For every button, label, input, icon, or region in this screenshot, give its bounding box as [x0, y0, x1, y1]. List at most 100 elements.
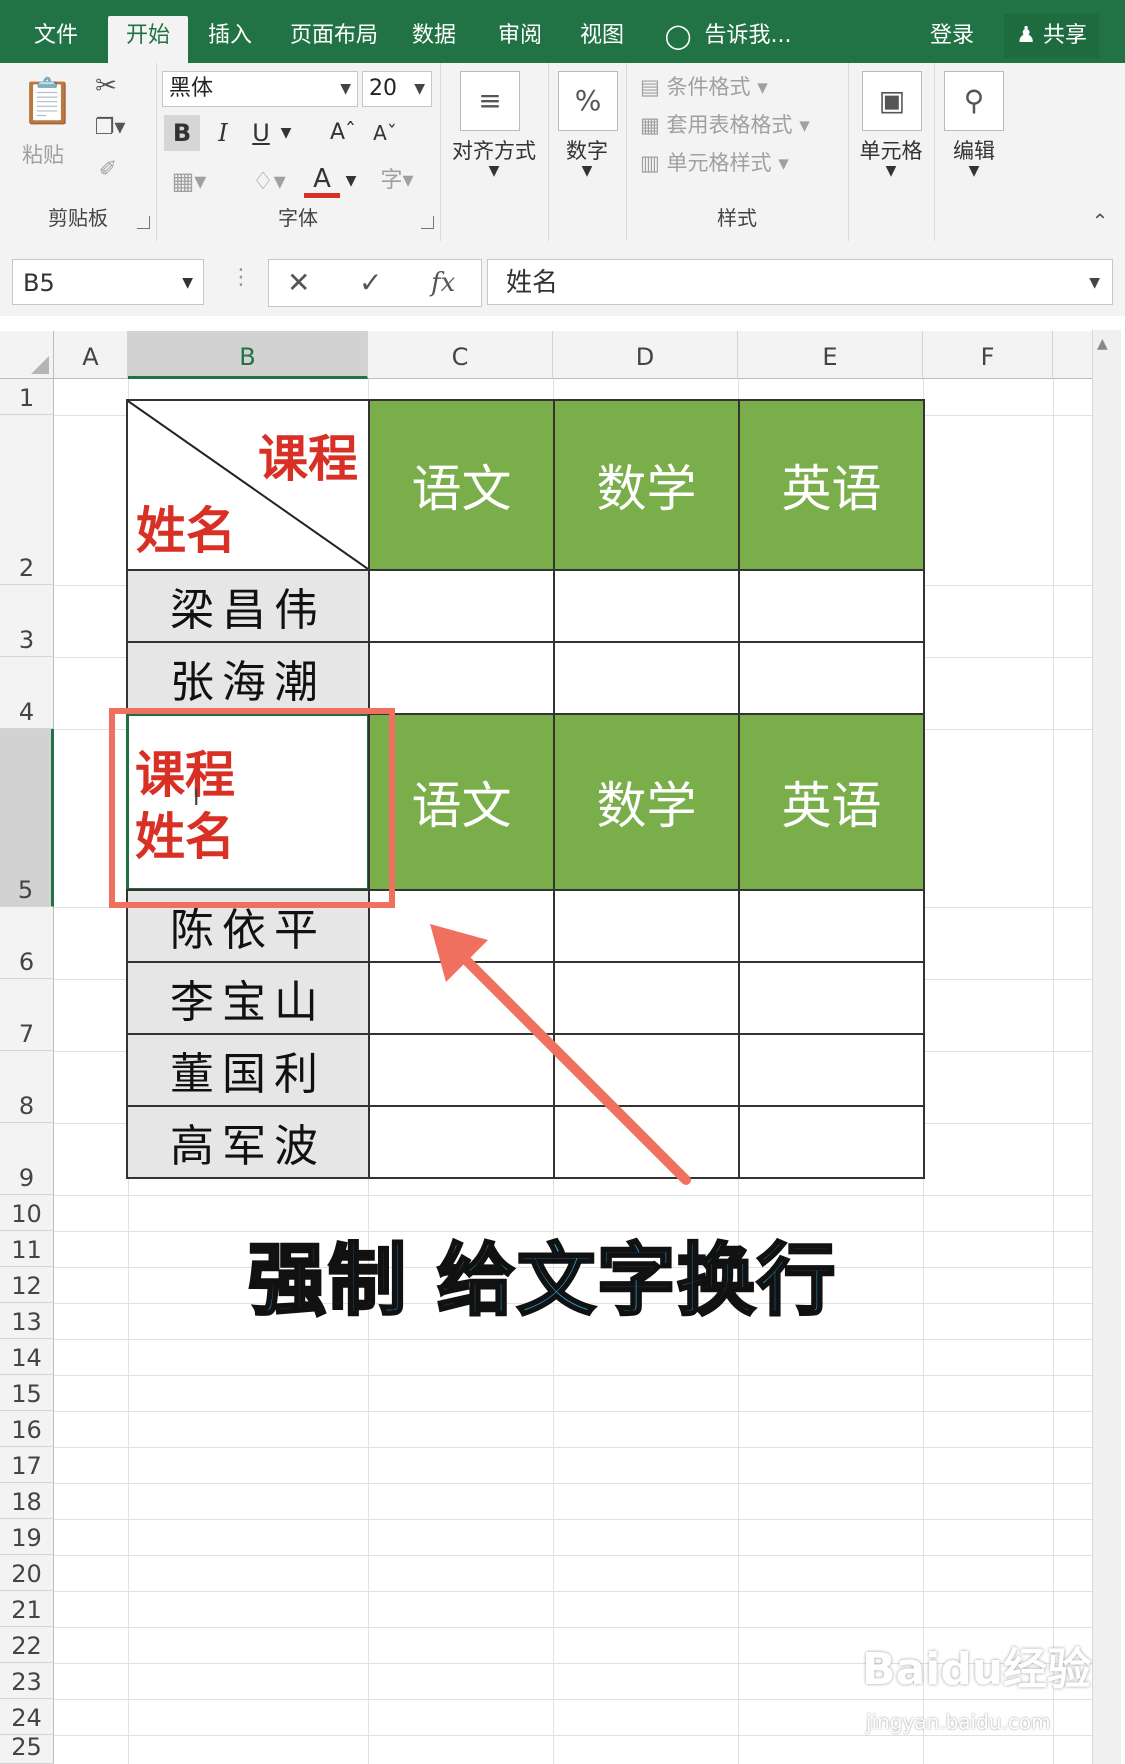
search-icon[interactable]: ⚲: [944, 71, 1004, 131]
row-header[interactable]: 17: [0, 1447, 54, 1483]
row-header[interactable]: 14: [0, 1339, 54, 1375]
row-header[interactable]: 16: [0, 1411, 54, 1447]
subject-header-cell[interactable]: 数学: [553, 399, 740, 571]
subject-header-cell[interactable]: 英语: [738, 713, 925, 891]
student-name-cell[interactable]: 李宝山: [126, 961, 370, 1035]
student-name-cell[interactable]: 张海潮: [126, 641, 370, 715]
column-header-d[interactable]: D: [553, 331, 738, 379]
column-header-e[interactable]: E: [738, 331, 923, 379]
row-header[interactable]: 3: [0, 585, 54, 657]
tab-review[interactable]: 审阅: [488, 16, 552, 56]
row-header[interactable]: 6: [0, 907, 54, 979]
score-cell[interactable]: [553, 641, 740, 715]
score-cell[interactable]: [368, 641, 555, 715]
row-header[interactable]: 13: [0, 1303, 54, 1339]
underline-button[interactable]: U: [246, 115, 276, 151]
font-name-select[interactable]: 黑体 ▼: [162, 71, 358, 107]
row-header[interactable]: 10: [0, 1195, 54, 1231]
tab-file[interactable]: 文件: [20, 16, 92, 56]
score-cell[interactable]: [738, 569, 925, 643]
score-cell[interactable]: [738, 889, 925, 963]
number-button[interactable]: 数字: [548, 135, 626, 165]
tab-data[interactable]: 数据: [402, 16, 466, 56]
row-header[interactable]: 9: [0, 1123, 54, 1195]
row-header[interactable]: 24: [0, 1699, 54, 1735]
column-header-b[interactable]: B: [128, 331, 368, 379]
row-header[interactable]: 4: [0, 657, 54, 729]
row-header[interactable]: 15: [0, 1375, 54, 1411]
row-header[interactable]: 1: [0, 379, 54, 415]
select-all-corner[interactable]: [0, 331, 54, 379]
alignment-icon[interactable]: ≡: [460, 71, 520, 131]
formula-input[interactable]: 姓名 ▼: [487, 259, 1113, 305]
student-name-cell[interactable]: 高军波: [126, 1105, 370, 1179]
score-cell[interactable]: [738, 1033, 925, 1107]
scroll-up-icon[interactable]: ▲: [1097, 336, 1108, 352]
cells-button[interactable]: 单元格: [848, 135, 934, 165]
row-header[interactable]: 18: [0, 1483, 54, 1519]
row-header[interactable]: 21: [0, 1591, 54, 1627]
shrink-font-icon[interactable]: Aˇ: [368, 115, 402, 151]
tab-insert[interactable]: 插入: [200, 16, 260, 56]
collapse-ribbon-icon[interactable]: ⌃: [1088, 209, 1112, 233]
copy-icon[interactable]: ❐▾: [88, 115, 132, 140]
row-header[interactable]: 5: [0, 729, 54, 907]
format-painter-icon[interactable]: ✐: [90, 157, 126, 182]
row-header[interactable]: 12: [0, 1267, 54, 1303]
row-header[interactable]: 8: [0, 1051, 54, 1123]
table-format-button[interactable]: ▦ 套用表格格式 ▾: [640, 109, 810, 139]
enter-icon[interactable]: ✓: [359, 260, 382, 306]
share-button[interactable]: ♟ 共享: [1004, 14, 1099, 58]
login-link[interactable]: 登录: [922, 16, 982, 56]
alignment-button[interactable]: 对齐方式: [440, 135, 548, 165]
bold-button[interactable]: B: [164, 115, 200, 151]
row-header[interactable]: 7: [0, 979, 54, 1051]
font-color-dropdown-icon[interactable]: ▼: [342, 163, 360, 199]
score-cell[interactable]: [553, 569, 740, 643]
cut-icon[interactable]: ✂: [88, 71, 124, 101]
row-header[interactable]: 2: [0, 415, 54, 585]
tab-page-layout[interactable]: 页面布局: [282, 16, 386, 56]
tab-view[interactable]: 视图: [570, 16, 634, 56]
border-icon[interactable]: ▦▾: [164, 163, 214, 199]
drag-handle-icon[interactable]: ⋮: [230, 265, 252, 290]
tell-me-box[interactable]: 告诉我...: [694, 16, 802, 56]
paste-button[interactable]: 粘贴: [16, 139, 70, 169]
font-size-select[interactable]: 20 ▼: [362, 71, 432, 107]
phonetic-icon[interactable]: 字▾: [372, 163, 422, 199]
editing-button[interactable]: 编辑: [934, 135, 1014, 165]
student-name-cell[interactable]: 梁昌伟: [126, 569, 370, 643]
subject-header-cell[interactable]: 语文: [368, 399, 555, 571]
score-cell[interactable]: [738, 641, 925, 715]
cells-icon[interactable]: ▣: [862, 71, 922, 131]
fill-color-icon[interactable]: ♢▾: [244, 163, 294, 199]
clipboard-launcher-icon[interactable]: [137, 216, 150, 229]
subject-header-cell[interactable]: 数学: [553, 713, 740, 891]
score-cell[interactable]: [738, 961, 925, 1035]
row-header[interactable]: 23: [0, 1663, 54, 1699]
score-cell[interactable]: [738, 1105, 925, 1179]
italic-button[interactable]: I: [208, 115, 238, 151]
percent-icon[interactable]: %: [558, 71, 618, 131]
cancel-icon[interactable]: ✕: [287, 260, 310, 306]
subject-header-cell[interactable]: 英语: [738, 399, 925, 571]
conditional-format-button[interactable]: ▤ 条件格式 ▾: [640, 71, 768, 101]
underline-dropdown-icon[interactable]: ▼: [276, 115, 296, 151]
row-header[interactable]: 22: [0, 1627, 54, 1663]
cell-styles-button[interactable]: ▥ 单元格样式 ▾: [640, 147, 789, 177]
name-box[interactable]: B5 ▼: [12, 259, 204, 305]
column-header-a[interactable]: A: [54, 331, 128, 379]
student-name-cell[interactable]: 董国利: [126, 1033, 370, 1107]
grow-font-icon[interactable]: Aˆ: [326, 115, 360, 151]
score-cell[interactable]: [368, 569, 555, 643]
subject-header-cell[interactable]: 语文: [368, 713, 555, 891]
column-header-f[interactable]: F: [923, 331, 1053, 379]
header-diagonal-cell[interactable]: 课程 姓名: [126, 399, 370, 571]
row-header[interactable]: 20: [0, 1555, 54, 1591]
row-header[interactable]: 11: [0, 1231, 54, 1267]
column-header-c[interactable]: C: [368, 331, 553, 379]
row-header[interactable]: 19: [0, 1519, 54, 1555]
font-launcher-icon[interactable]: [421, 216, 434, 229]
paste-icon[interactable]: 📋: [20, 75, 75, 135]
insert-function-icon[interactable]: fx: [431, 260, 455, 306]
